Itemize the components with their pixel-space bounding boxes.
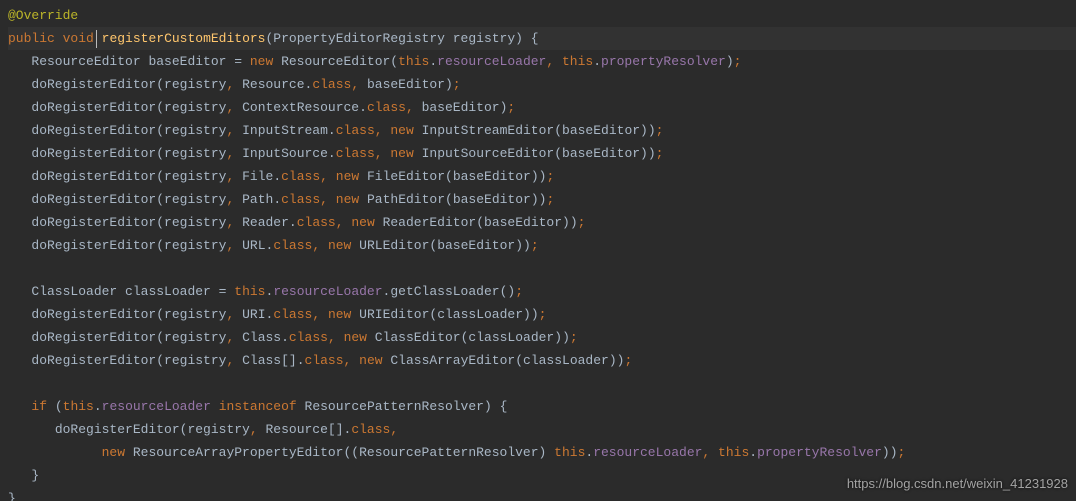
code-line	[8, 372, 1076, 395]
code-line: doRegisterEditor(registry, Resource[].cl…	[8, 418, 1076, 441]
code-line: doRegisterEditor(registry, Class.class, …	[8, 326, 1076, 349]
code-line: doRegisterEditor(registry, Resource.clas…	[8, 73, 1076, 96]
code-line: doRegisterEditor(registry, Class[].class…	[8, 349, 1076, 372]
code-editor[interactable]: @Override public void registerCustomEdit…	[0, 0, 1076, 501]
code-line: doRegisterEditor(registry, URI.class, ne…	[8, 303, 1076, 326]
code-line: doRegisterEditor(registry, File.class, n…	[8, 165, 1076, 188]
watermark: https://blog.csdn.net/weixin_41231928	[847, 472, 1068, 495]
code-line: ClassLoader classLoader = this.resourceL…	[8, 280, 1076, 303]
code-line: doRegisterEditor(registry, ContextResour…	[8, 96, 1076, 119]
code-line: doRegisterEditor(registry, URL.class, ne…	[8, 234, 1076, 257]
code-line: @Override	[8, 4, 1076, 27]
code-line	[8, 257, 1076, 280]
code-line: doRegisterEditor(registry, Reader.class,…	[8, 211, 1076, 234]
code-line: doRegisterEditor(registry, InputStream.c…	[8, 119, 1076, 142]
code-line: ResourceEditor baseEditor = new Resource…	[8, 50, 1076, 73]
code-line: public void registerCustomEditors(Proper…	[8, 27, 1076, 50]
code-line: new ResourceArrayPropertyEditor((Resourc…	[8, 441, 1076, 464]
code-line: doRegisterEditor(registry, InputSource.c…	[8, 142, 1076, 165]
code-line: doRegisterEditor(registry, Path.class, n…	[8, 188, 1076, 211]
code-line: if (this.resourceLoader instanceof Resou…	[8, 395, 1076, 418]
text-cursor	[96, 30, 97, 48]
